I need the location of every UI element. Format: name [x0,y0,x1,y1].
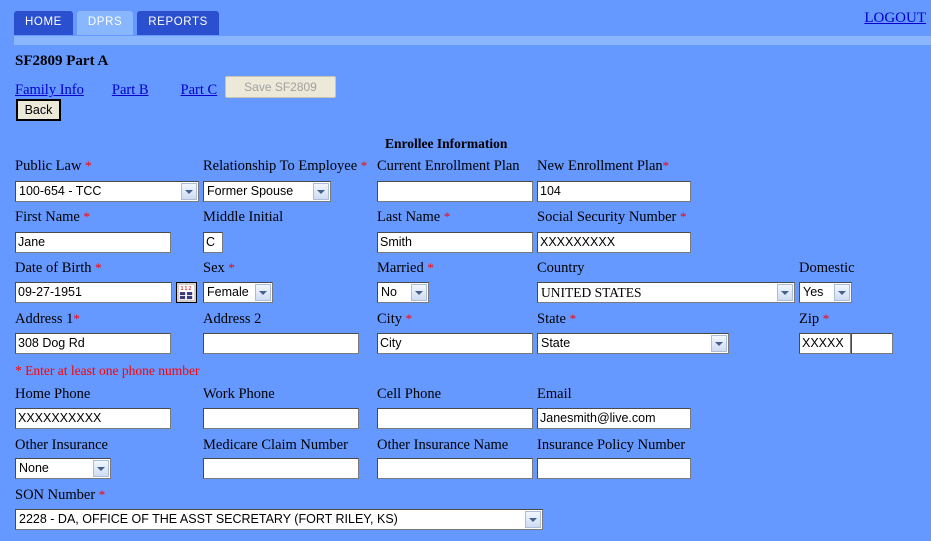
address1-input[interactable]: 308 Dog Rd [15,333,171,354]
medicare-claim-number-input[interactable] [203,458,359,479]
relationship-select[interactable]: Former Spouse [203,181,331,202]
svg-text:1: 1 [184,286,187,292]
tab-reports[interactable]: REPORTS [137,11,219,35]
label-insurance-policy-number: Insurance Policy Number [537,437,686,453]
city-input[interactable]: City [377,333,533,354]
label-last-name: Last Name * [377,209,451,225]
link-part-b[interactable]: Part B [112,82,149,98]
home-phone-input[interactable]: XXXXXXXXXX [15,408,171,429]
back-button[interactable]: Back [16,99,61,121]
section-heading: Enrollee Information [385,136,508,151]
label-date-of-birth: Date of Birth * [15,260,102,276]
last-name-input[interactable]: Smith [377,232,533,253]
chevron-down-icon[interactable] [411,284,427,301]
other-insurance-name-input[interactable] [377,458,533,479]
first-name-input[interactable]: Jane [15,232,171,253]
chevron-down-icon[interactable] [313,183,329,200]
section-links: Family Info Part B Part C [15,81,217,99]
chevron-down-icon[interactable] [711,335,727,352]
label-other-insurance: Other Insurance [15,437,108,453]
tab-home[interactable]: HOME [14,11,73,35]
state-select[interactable]: State [537,333,729,354]
son-number-select[interactable]: 2228 - DA, OFFICE OF THE ASST SECRETARY … [15,509,543,530]
chevron-down-icon[interactable] [777,284,793,301]
new-enrollment-plan-input[interactable]: 104 [537,181,691,202]
label-relationship: Relationship To Employee * [203,158,368,174]
email-input[interactable]: Janesmith@live.com [537,408,691,429]
label-address2: Address 2 [203,311,262,327]
label-first-name: First Name * [15,209,90,225]
chevron-down-icon[interactable] [181,183,197,200]
top-navigation-bar: HOME DPRS REPORTS LOGOUT [0,0,931,45]
domestic-select[interactable]: Yes [799,282,852,303]
label-son-number: SON Number * [15,487,106,503]
nav-tabs: HOME DPRS REPORTS [14,11,219,35]
label-middle-initial: Middle Initial [203,209,284,225]
label-country: Country [537,260,585,276]
page-title: SF2809 Part A [15,53,109,69]
link-family-info[interactable]: Family Info [15,82,84,98]
link-part-c[interactable]: Part C [181,82,218,98]
label-email: Email [537,386,572,402]
ssn-input[interactable]: XXXXXXXXX [537,232,691,253]
label-medicare-claim-number: Medicare Claim Number [203,437,348,453]
address2-input[interactable] [203,333,359,354]
married-select[interactable]: No [377,282,429,303]
middle-initial-input[interactable]: C [203,232,223,253]
label-address1: Address 1* [15,311,80,327]
cell-phone-input[interactable] [377,408,533,429]
logout-link[interactable]: LOGOUT [864,10,926,27]
svg-text:1: 1 [180,286,183,292]
tab-underline-strip [14,36,931,45]
label-domestic: Domestic [799,260,855,276]
label-new-enrollment-plan: New Enrollment Plan* [537,158,670,174]
chevron-down-icon[interactable] [255,284,271,301]
label-current-enrollment-plan: Current Enrollment Plan [377,158,520,174]
zip-input[interactable]: XXXXX [799,333,851,354]
label-city: City * [377,311,413,327]
label-public-law: Public Law * [15,158,92,174]
svg-text:2: 2 [188,286,191,292]
label-sex: Sex * [203,260,235,276]
zip-plus4-input[interactable] [851,333,893,354]
label-other-insurance-name: Other Insurance Name [377,437,509,453]
label-married: Married * [377,260,434,276]
calendar-picker-icon[interactable]: 1 1 2 [176,282,197,303]
chevron-down-icon[interactable] [525,511,541,528]
chevron-down-icon[interactable] [93,460,109,477]
date-of-birth-input[interactable]: 09-27-1951 [15,282,172,303]
phone-requirement-note: * Enter at least one phone number [15,363,200,378]
chevron-down-icon[interactable] [834,284,850,301]
work-phone-input[interactable] [203,408,359,429]
label-state: State * [537,311,577,327]
label-zip: Zip * [799,311,830,327]
public-law-select[interactable]: 100-654 - TCC [15,181,199,202]
current-enrollment-plan-input[interactable] [377,181,533,202]
label-cell-phone: Cell Phone [377,386,442,402]
other-insurance-select[interactable]: None [15,458,111,479]
save-sf2809-button[interactable]: Save SF2809 [225,76,336,98]
label-work-phone: Work Phone [203,386,275,402]
tab-dprs[interactable]: DPRS [76,11,134,35]
sex-select[interactable]: Female [203,282,273,303]
label-ssn: Social Security Number * [537,209,687,225]
label-home-phone: Home Phone [15,386,91,402]
insurance-policy-number-input[interactable] [537,458,691,479]
country-select[interactable]: UNITED STATES [537,282,795,303]
